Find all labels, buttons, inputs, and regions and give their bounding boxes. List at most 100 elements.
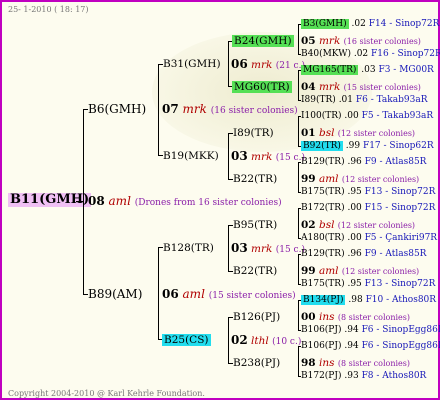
parent-lower-code: 06 [162, 287, 179, 301]
greatgrand-f[interactable]: B22(TR) [233, 265, 277, 277]
greatgrand-a-info: 05 mrk (16 sister colonies) [301, 35, 421, 48]
gp1-breed: mrk [251, 59, 273, 71]
parent-lower-info: 06 aml (15 sister colonies) [162, 288, 296, 302]
grandparent-3-info: 03 mrk (15 c.) [231, 242, 305, 256]
ggd-note: (12 sister colonies) [341, 175, 420, 184]
ancestor-row[interactable]: I100(TR) .00 F5 - Takab93aR [301, 110, 433, 122]
ancestor-label: B129(TR) [301, 157, 345, 167]
ancestor-year: .02 [353, 49, 369, 59]
ancestor-row[interactable]: B106(PJ) .94 F6 - SinopEgg86R [301, 324, 440, 336]
ancestor-label: B172(PJ) [301, 371, 342, 381]
grandparent-4[interactable]: B25(CS) [162, 334, 211, 346]
ancestor-row[interactable]: B92(TR) .99 F17 - Sinop62R [301, 140, 434, 152]
ggg-code: 00 [301, 311, 316, 323]
gen1-code: 08 [88, 194, 105, 208]
parent-upper-info: 07 mrk (16 sister colonies) [162, 103, 298, 117]
ggb-note: (15 sister colonies) [343, 83, 421, 92]
gp4-note: (10 c.) [272, 337, 302, 347]
ancestor-origin: F9 - Atlas85R [364, 157, 427, 167]
ancestor-row[interactable]: B172(PJ) .93 F8 - Athos80R [301, 370, 426, 382]
grandparent-2-info: 03 mrk (15 c.) [231, 150, 305, 164]
grandparent-2[interactable]: B19(MKK) [163, 150, 219, 162]
ancestor-row[interactable]: B175(TR) .95 F13 - Sinop72R [301, 278, 435, 290]
greatgrand-e-info: 02 bsl (12 sister colonies) [301, 219, 415, 232]
gp4-code: 02 [231, 333, 248, 347]
ancestor-row[interactable]: A180(TR) .00 F5 - Çankiri97R [301, 232, 437, 244]
parent-upper-code: 07 [162, 102, 179, 116]
ancestor-year: .96 [347, 249, 362, 259]
ancestor-label: B175(TR) [301, 187, 345, 197]
parent-lower-note: (15 sister colonies) [208, 291, 296, 301]
ggg-note: (8 sister colonies) [337, 313, 411, 322]
ancestor-row[interactable]: B40(MKW) .02 F16 - Sinop72R [301, 48, 440, 60]
gga-breed: mrk [318, 35, 341, 47]
ggg-breed: ins [318, 311, 335, 323]
gge-note: (12 sister colonies) [337, 221, 416, 230]
gp1-code: 06 [231, 57, 248, 71]
ancestor-origin: F6 - SinopEgg86R [361, 325, 440, 335]
greatgrand-e[interactable]: B95(TR) [233, 219, 277, 231]
ancestor-row[interactable]: B134(PJ) .98 F10 - Athos80R [301, 294, 436, 306]
ancestor-label: B172(TR) [301, 203, 345, 213]
ancestor-year: .99 [345, 141, 361, 151]
ancestor-row[interactable]: B106(PJ) .94 F6 - SinopEgg86R [301, 340, 440, 352]
ancestor-year: .98 [348, 295, 363, 305]
ancestor-year: .00 [344, 111, 359, 121]
gp3-code: 03 [231, 241, 248, 255]
pedigree-frame: 25- 1-2010 ( 18: 17) B11(GMH) 08 aml (Dr… [0, 0, 440, 400]
ancestor-year: .01 [338, 95, 354, 105]
gge-code: 02 [301, 219, 316, 231]
greatgrand-b[interactable]: MG60(TR) [232, 81, 292, 93]
ancestor-year: .95 [347, 279, 362, 289]
parent-lower-breed: aml [182, 287, 205, 301]
greatgrand-c[interactable]: I89(TR) [233, 127, 274, 139]
ancestor-origin: F3 - MG00R [378, 65, 434, 75]
ggc-note: (12 sister colonies) [337, 129, 416, 138]
grandparent-3[interactable]: B128(TR) [163, 242, 214, 254]
greatgrand-h[interactable]: B238(PJ) [233, 357, 280, 369]
ancestor-row[interactable]: I89(TR) .01 F6 - Takab93aR [301, 94, 427, 106]
gp4-breed: lthl [251, 335, 269, 347]
grandparent-4-info: 02 lthl (10 c.) [231, 334, 301, 348]
parent-upper[interactable]: B6(GMH) [88, 103, 146, 115]
ggc-breed: bsl [318, 127, 335, 139]
parent-upper-note: (16 sister colonies) [210, 106, 298, 116]
ancestor-origin: F13 - Sinop72R [364, 187, 436, 197]
ancestor-origin: F14 - Sinop72R [368, 19, 440, 29]
ancestor-year: .95 [347, 187, 362, 197]
greatgrand-d[interactable]: B22(TR) [233, 173, 277, 185]
ancestor-row[interactable]: B172(TR) .00 F15 - Sinop72R [301, 202, 435, 214]
ancestor-label: B3(GMH) [301, 19, 349, 29]
root-queen[interactable]: B11(GMH) [8, 193, 92, 207]
ancestor-row[interactable]: B3(GMH) .02 F14 - Sinop72R [301, 18, 439, 30]
ancestor-origin: F15 - Sinop72R [364, 203, 436, 213]
ggd-code: 99 [301, 173, 316, 185]
parent-lower[interactable]: B89(AM) [88, 288, 142, 300]
ancestor-label: B175(TR) [301, 279, 345, 289]
ancestor-origin: F17 - Sinop62R [362, 141, 434, 151]
ancestor-label: MG165(TR) [301, 65, 359, 75]
ancestor-year: .02 [351, 19, 366, 29]
grandparent-1[interactable]: B31(GMH) [163, 58, 221, 70]
ancestor-label: B92(TR) [301, 141, 343, 151]
ancestor-label: B40(MKW) [301, 49, 351, 59]
ancestor-label: B129(TR) [301, 249, 345, 259]
greatgrand-h-info: 98 ins (8 sister colonies) [301, 357, 410, 370]
ancestor-origin: F16 - Sinop72R [371, 49, 440, 59]
ancestor-origin: F9 - Atlas85R [364, 249, 427, 259]
ancestor-row[interactable]: B175(TR) .95 F13 - Sinop72R [301, 186, 435, 198]
ancestor-row[interactable]: B129(TR) .96 F9 - Atlas85R [301, 248, 426, 260]
ancestor-origin: F8 - Athos80R [361, 371, 427, 381]
gp2-code: 03 [231, 149, 248, 163]
greatgrand-a[interactable]: B24(GMH) [232, 35, 294, 47]
greatgrand-d-info: 99 aml (12 sister colonies) [301, 173, 419, 186]
greatgrand-g[interactable]: B126(PJ) [233, 311, 280, 323]
ggh-breed: ins [318, 357, 335, 369]
ancestor-label: I100(TR) [301, 111, 342, 121]
ggb-code: 04 [301, 81, 316, 93]
ancestor-row[interactable]: MG165(TR) .03 F3 - MG00R [301, 64, 434, 76]
ancestor-label: B134(PJ) [301, 295, 346, 305]
ancestor-year: .93 [344, 371, 359, 381]
ancestor-row[interactable]: B129(TR) .96 F9 - Atlas85R [301, 156, 426, 168]
greatgrand-c-info: 01 bsl (12 sister colonies) [301, 127, 415, 140]
